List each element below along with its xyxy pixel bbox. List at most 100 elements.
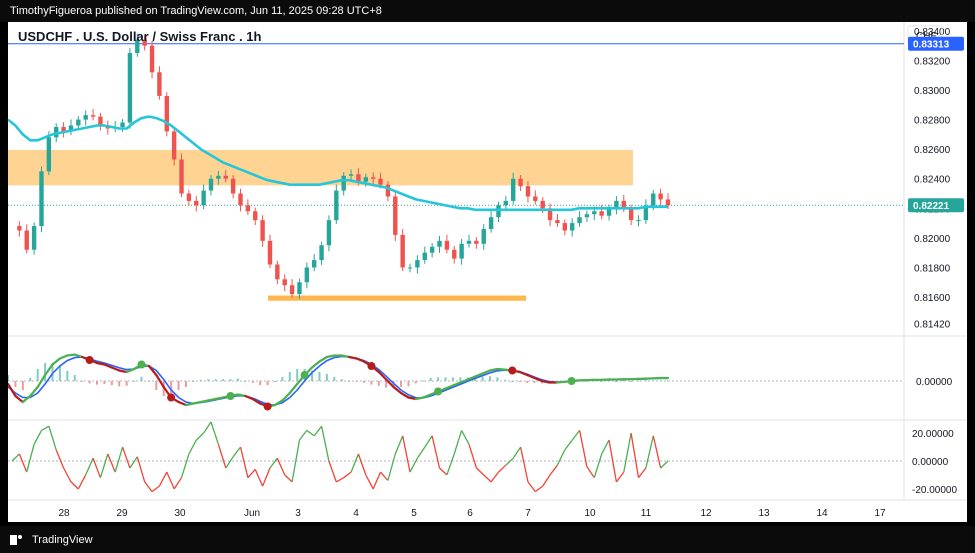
candle-body	[98, 116, 103, 126]
oscillator-2-segment	[26, 444, 35, 473]
histogram-bar	[125, 381, 128, 386]
oscillator-2-segment	[284, 474, 293, 483]
chart-area[interactable]: 0.83400 0.83200 0.83000 0.82800 0.82600 0.824…	[6, 22, 967, 522]
price-tick-label: 0.83200	[914, 56, 951, 67]
time-axis-label: 11	[641, 508, 652, 519]
histogram-bar	[281, 376, 284, 381]
oscillator-2-segment	[505, 457, 514, 466]
time-axis-label: 10	[584, 508, 596, 519]
cross-marker	[300, 371, 309, 379]
candle-body	[312, 260, 317, 268]
oscillator-2-tick-label: -20.00000	[912, 485, 957, 496]
oscillator-1-fast-segment	[348, 355, 358, 360]
oscillator-2-segment	[350, 453, 360, 473]
histogram-bar	[644, 380, 647, 382]
candle-body	[282, 279, 287, 286]
oscillator-2-tick-label: 20.00000	[912, 429, 954, 440]
histogram-bar	[503, 379, 506, 381]
tradingview-logo[interactable]: TradingView	[10, 534, 93, 546]
oscillator-2-segment	[33, 430, 43, 445]
oscillator-1-fast-segment	[540, 379, 551, 384]
cross-marker	[137, 360, 146, 369]
candle-body	[577, 217, 582, 224]
support-zone	[268, 295, 526, 301]
candle-body	[46, 137, 52, 172]
oscillator-2-segment	[225, 456, 234, 469]
histogram-bar	[629, 381, 632, 382]
histogram-bar	[333, 376, 336, 381]
time-axis-label: 3	[295, 508, 301, 519]
candle-body	[407, 267, 413, 269]
histogram-bar	[103, 381, 106, 384]
candle-body	[466, 240, 472, 244]
histogram-bar	[140, 376, 143, 381]
histogram-bar	[133, 381, 136, 382]
oscillator-1-fast-segment	[184, 402, 195, 407]
candle-body	[24, 230, 29, 250]
histogram-bar	[29, 378, 32, 381]
time-axis-label: 6	[467, 508, 473, 519]
candle-body	[636, 220, 641, 222]
oscillator-2-segment	[549, 464, 558, 476]
candle-body	[275, 264, 280, 280]
price-tick-label: 0.83000	[914, 86, 951, 97]
histogram-bar	[222, 379, 225, 381]
oscillator-2-segment	[306, 429, 315, 437]
candle-body	[83, 115, 88, 120]
chart-svg[interactable]: 0.834000.832000.830000.828000.826000.824…	[6, 22, 967, 522]
candle-body	[378, 178, 383, 185]
candle-body	[289, 285, 295, 295]
histogram-bar	[615, 381, 618, 382]
candle-body	[76, 119, 81, 126]
oscillator-2-segment	[660, 460, 669, 469]
candle-body	[245, 205, 251, 212]
oscillator-2-segment	[608, 439, 618, 483]
histogram-bar	[95, 381, 98, 385]
candle-body	[503, 200, 509, 206]
time-axis-label: 4	[353, 508, 359, 519]
oscillator-2-segment	[615, 471, 625, 483]
oscillator-2-segment	[210, 421, 220, 445]
cross-marker	[263, 402, 272, 411]
oscillator-2-segment	[601, 439, 610, 455]
candle-body	[540, 200, 545, 209]
candle-body	[511, 178, 516, 201]
oscillator-1-fast-segment	[236, 393, 247, 398]
candle-body	[127, 53, 133, 123]
histogram-bar	[58, 366, 61, 381]
candle-body	[496, 205, 501, 218]
histogram-bar	[422, 380, 425, 382]
histogram-bar	[155, 381, 158, 390]
candle-body	[267, 240, 273, 265]
brand-name: TradingView	[32, 533, 93, 546]
oscillator-2-segment	[320, 426, 330, 462]
histogram-bar	[459, 377, 462, 381]
time-axis-label: 5	[411, 508, 417, 519]
histogram-bar	[325, 373, 328, 381]
candle-body	[437, 240, 442, 247]
candle-body	[297, 282, 302, 295]
oscillator-2-segment	[623, 432, 632, 473]
candle-body	[216, 175, 221, 179]
histogram-bar	[14, 381, 17, 387]
oscillator-2-segment	[372, 471, 382, 490]
oscillator-1-fast-segment	[340, 354, 351, 359]
histogram-bar	[66, 370, 69, 381]
histogram-bar	[81, 381, 84, 382]
candle-body	[260, 220, 265, 241]
candle-body	[533, 196, 538, 201]
price-tick-label: 0.82800	[914, 116, 951, 127]
histogram-bar	[526, 381, 529, 383]
candle-body	[422, 252, 427, 261]
oscillator-2-segment	[11, 453, 20, 462]
histogram-bar	[414, 381, 417, 384]
histogram-bar	[340, 379, 343, 381]
oscillator-2-segment	[121, 446, 131, 469]
oscillator-2-segment	[298, 430, 308, 441]
candle-body	[665, 199, 671, 206]
candle-body	[488, 217, 494, 230]
candle-body	[171, 131, 177, 160]
candle-body	[429, 246, 435, 253]
histogram-bar	[147, 381, 150, 382]
candle-body	[393, 196, 398, 235]
